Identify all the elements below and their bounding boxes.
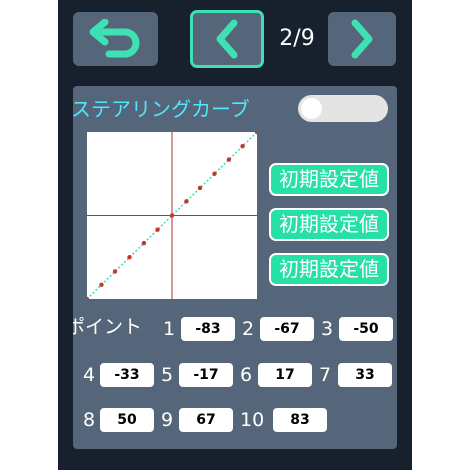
point-value-6[interactable]: 17 xyxy=(258,363,312,387)
curve-graph[interactable] xyxy=(87,132,257,299)
point-value-9[interactable]: 67 xyxy=(179,408,233,432)
reset-button-1[interactable]: 初期設定値 xyxy=(269,163,389,196)
curve-point-4 xyxy=(141,240,147,246)
point-index-1: 1 xyxy=(163,318,176,340)
point-index-8: 8 xyxy=(83,409,96,431)
chevron-left-icon xyxy=(216,19,238,59)
point-value-5[interactable]: -17 xyxy=(179,363,233,387)
curve-point-5 xyxy=(155,227,160,232)
point-value-2[interactable]: -67 xyxy=(260,317,314,341)
point-index-7: 7 xyxy=(319,364,332,386)
steering-curve-panel: ステアリングカーブ 初期設定値 初期設定値 初期設定値 ポイント 1 -83 2… xyxy=(73,86,397,449)
point-index-9: 9 xyxy=(161,409,174,431)
point-value-3[interactable]: -50 xyxy=(339,317,393,341)
curve-point-6 xyxy=(169,213,175,218)
point-value-4[interactable]: -33 xyxy=(100,363,154,387)
next-page-button[interactable] xyxy=(328,12,396,66)
point-index-5: 5 xyxy=(161,364,174,386)
curve-svg xyxy=(87,132,257,299)
curve-point-7 xyxy=(184,199,189,204)
point-value-8[interactable]: 50 xyxy=(100,408,154,432)
curve-point-10 xyxy=(226,157,232,162)
point-index-2: 2 xyxy=(242,318,255,340)
curve-point-9 xyxy=(212,171,217,176)
curve-point-2 xyxy=(112,269,118,274)
point-value-1[interactable]: -83 xyxy=(181,317,235,341)
curve-point-1 xyxy=(99,282,104,288)
reset-button-3[interactable]: 初期設定値 xyxy=(269,253,389,286)
curve-point-12 xyxy=(254,132,257,135)
point-value-10[interactable]: 83 xyxy=(273,408,327,432)
section-title: ステアリングカーブ xyxy=(73,97,250,121)
point-index-3: 3 xyxy=(321,318,334,340)
prev-page-button[interactable] xyxy=(190,10,264,68)
curve-point-3 xyxy=(127,255,132,260)
curve-point-11 xyxy=(240,143,245,149)
back-button[interactable] xyxy=(73,12,158,66)
toggle-knob xyxy=(301,98,322,119)
curve-point-0 xyxy=(87,296,90,299)
page-indicator: 2/9 xyxy=(279,26,315,51)
steering-curve-toggle[interactable] xyxy=(298,95,388,122)
reset-button-2[interactable]: 初期設定値 xyxy=(269,208,389,241)
point-index-10: 10 xyxy=(240,409,265,431)
point-index-4: 4 xyxy=(83,364,96,386)
undo-arrow-icon xyxy=(89,19,139,58)
points-label: ポイント xyxy=(73,316,143,338)
curve-point-8 xyxy=(197,185,203,191)
point-index-6: 6 xyxy=(240,364,253,386)
point-value-7[interactable]: 33 xyxy=(338,363,392,387)
chevron-right-icon xyxy=(351,19,373,59)
